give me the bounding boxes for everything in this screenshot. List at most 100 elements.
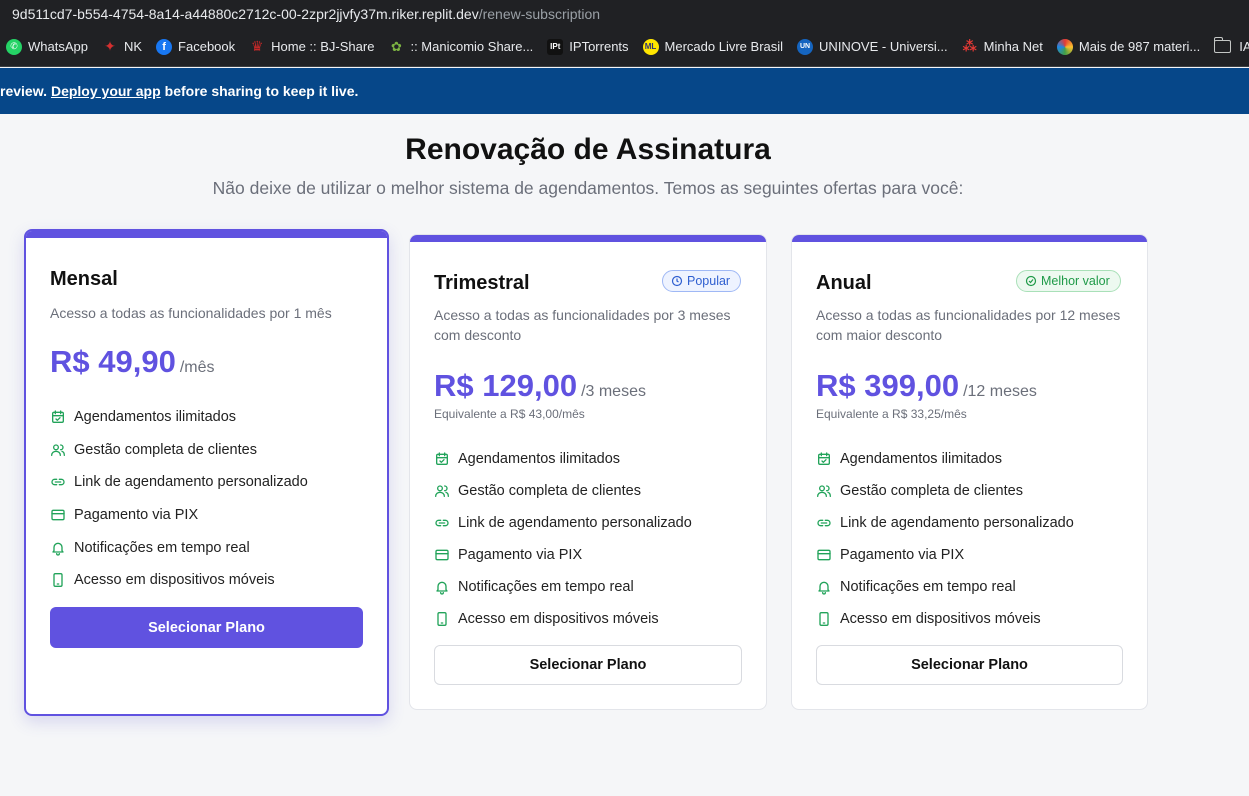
feature-list: Agendamentos ilimitados Gestão completa d… (434, 443, 692, 635)
bookmark-nk[interactable]: ✦ NK (102, 38, 142, 55)
feature-item: Gestão completa de clientes (816, 475, 1074, 507)
feature-item: Link de agendamento personalizado (50, 466, 308, 499)
select-plan-button[interactable]: Selecionar Plano (434, 645, 742, 685)
feature-label: Notificações em tempo real (840, 579, 1016, 595)
plan-name: Anual (816, 272, 872, 294)
price-value: R$ 129,00 (434, 368, 578, 403)
calendar-check-icon (818, 452, 830, 465)
credit-card-icon (435, 549, 449, 561)
price-equivalent: Equivalente a R$ 33,25/mês (816, 407, 967, 421)
feature-item: Notificações em tempo real (816, 571, 1074, 603)
feature-item: Agendamentos ilimitados (50, 401, 308, 434)
select-plan-button[interactable]: Selecionar Plano (50, 607, 363, 648)
bell-icon (818, 581, 830, 595)
feature-label: Notificações em tempo real (458, 579, 634, 595)
bookmark-label: Minha Net (983, 39, 1043, 54)
maple-leaf-icon: ✦ (104, 38, 116, 54)
description-line: com desconto (434, 327, 522, 343)
feature-label: Agendamentos ilimitados (840, 451, 1003, 467)
bookmark-uninove[interactable]: UN UNINOVE - Universi... (797, 38, 948, 55)
bookmark-bjshare[interactable]: ♛ Home :: BJ-Share (249, 38, 375, 55)
feature-label: Link de agendamento personalizado (458, 515, 692, 531)
feature-label: Gestão completa de clientes (458, 483, 641, 499)
address-bar[interactable]: 9d511cd7-b554-4754-8a14-a44880c2712c-00-… (0, 0, 1249, 27)
bookmark-label: Home :: BJ-Share (271, 39, 375, 54)
smartphone-icon (437, 612, 447, 626)
users-icon (817, 485, 831, 497)
description-line: Acesso a todas as funcionalidades por 3 … (434, 307, 731, 323)
plan-card-anual[interactable]: Anual Melhor valor Acesso a todas as fun… (791, 234, 1148, 710)
feature-item: Gestão completa de clientes (50, 434, 308, 467)
feature-label: Link de agendamento personalizado (840, 515, 1074, 531)
feature-item: Pagamento via PIX (50, 499, 308, 532)
bookmark-whatsapp[interactable]: ✆ WhatsApp (6, 38, 88, 55)
plan-price: R$ 49,90/mês (50, 344, 215, 380)
feature-item: Acesso em dispositivos móveis (50, 564, 308, 597)
page-subtitle: Não deixe de utilizar o melhor sistema d… (212, 178, 964, 198)
feature-label: Pagamento via PIX (458, 547, 583, 563)
feature-item: Pagamento via PIX (434, 539, 692, 571)
price-period: /12 meses (963, 383, 1037, 400)
feature-label: Pagamento via PIX (840, 547, 965, 563)
price-value: R$ 399,00 (816, 368, 960, 403)
bookmark-minhanet[interactable]: ⁂ Minha Net (962, 38, 1043, 55)
banner-prefix: review. (0, 83, 47, 99)
popular-badge: Popular (662, 270, 742, 292)
feature-item: Notificações em tempo real (50, 531, 308, 564)
bell-icon (436, 581, 448, 595)
iptorrents-icon: IPt (547, 38, 564, 55)
feature-label: Gestão completa de clientes (840, 483, 1023, 499)
card-accent-bar (792, 235, 1147, 242)
uninove-icon: UN (797, 38, 814, 55)
whatsapp-icon: ✆ (6, 38, 22, 55)
price-period: /3 meses (581, 383, 646, 400)
feature-item: Link de agendamento personalizado (816, 507, 1074, 539)
feature-item: Agendamentos ilimitados (816, 443, 1074, 475)
colorful-ball-icon (1056, 38, 1073, 55)
deploy-app-link[interactable]: Deploy your app (51, 83, 161, 99)
credit-card-icon (51, 509, 65, 521)
feature-label: Agendamentos ilimitados (458, 451, 621, 467)
link-icon (51, 479, 65, 486)
calendar-check-icon (436, 452, 448, 465)
calendar-check-icon (52, 410, 64, 424)
bookmark-label: Mercado Livre Brasil (664, 39, 784, 54)
bell-icon (52, 542, 64, 556)
bookmark-facebook[interactable]: f Facebook (156, 38, 236, 55)
card-accent-bar (410, 235, 766, 242)
bookmark-label: WhatsApp (28, 39, 88, 54)
folder-icon (1213, 37, 1232, 53)
bookmark-label: Mais de 987 materi... (1078, 39, 1201, 54)
feature-label: Gestão completa de clientes (74, 441, 257, 458)
bookmark-iptorrents[interactable]: IPt IPTorrents (547, 38, 629, 55)
feature-item: Acesso em dispositivos móveis (434, 603, 692, 635)
plan-name: Trimestral (434, 272, 530, 294)
feature-label: Notificações em tempo real (74, 539, 250, 556)
bookmark-label: Facebook (178, 39, 236, 54)
plan-price: R$ 129,00/3 meses (434, 368, 646, 404)
plan-card-mensal[interactable]: Mensal Acesso a todas as funcionalidades… (24, 229, 389, 716)
feature-list: Agendamentos ilimitados Gestão completa d… (816, 443, 1074, 635)
bookmark-label: :: Manicomio Share... (410, 39, 534, 54)
description-line: com maior desconto (816, 327, 943, 343)
bookmark-mercadolivre[interactable]: ML Mercado Livre Brasil (642, 38, 784, 55)
feature-item: Gestão completa de clientes (434, 475, 692, 507)
feature-label: Agendamentos ilimitados (74, 409, 237, 426)
bookmark-manicomio[interactable]: ✿ :: Manicomio Share... (388, 39, 533, 55)
feature-label: Pagamento via PIX (74, 507, 199, 524)
select-plan-button[interactable]: Selecionar Plano (816, 645, 1123, 685)
bookmark-folder-ia[interactable]: IA (1213, 37, 1249, 54)
minhanet-icon: ⁂ (962, 38, 977, 54)
feature-item: Acesso em dispositivos móveis (816, 603, 1074, 635)
plan-card-trimestral[interactable]: Trimestral Popular Acesso a todas as fun… (409, 234, 767, 710)
bookmark-label: IA (1239, 39, 1249, 54)
feature-label: Link de agendamento personalizado (74, 474, 308, 491)
feature-item: Link de agendamento personalizado (434, 507, 692, 539)
card-accent-bar (26, 231, 387, 238)
plan-description: Acesso a todas as funcionalidades por 1 … (50, 305, 332, 321)
manicomio-icon: ✿ (391, 38, 402, 54)
bookmark-materiais[interactable]: Mais de 987 materi... (1056, 38, 1201, 55)
credit-card-icon (817, 549, 831, 561)
bookmark-label: UNINOVE - Universi... (819, 39, 948, 54)
mercadolivre-icon: ML (642, 38, 659, 55)
